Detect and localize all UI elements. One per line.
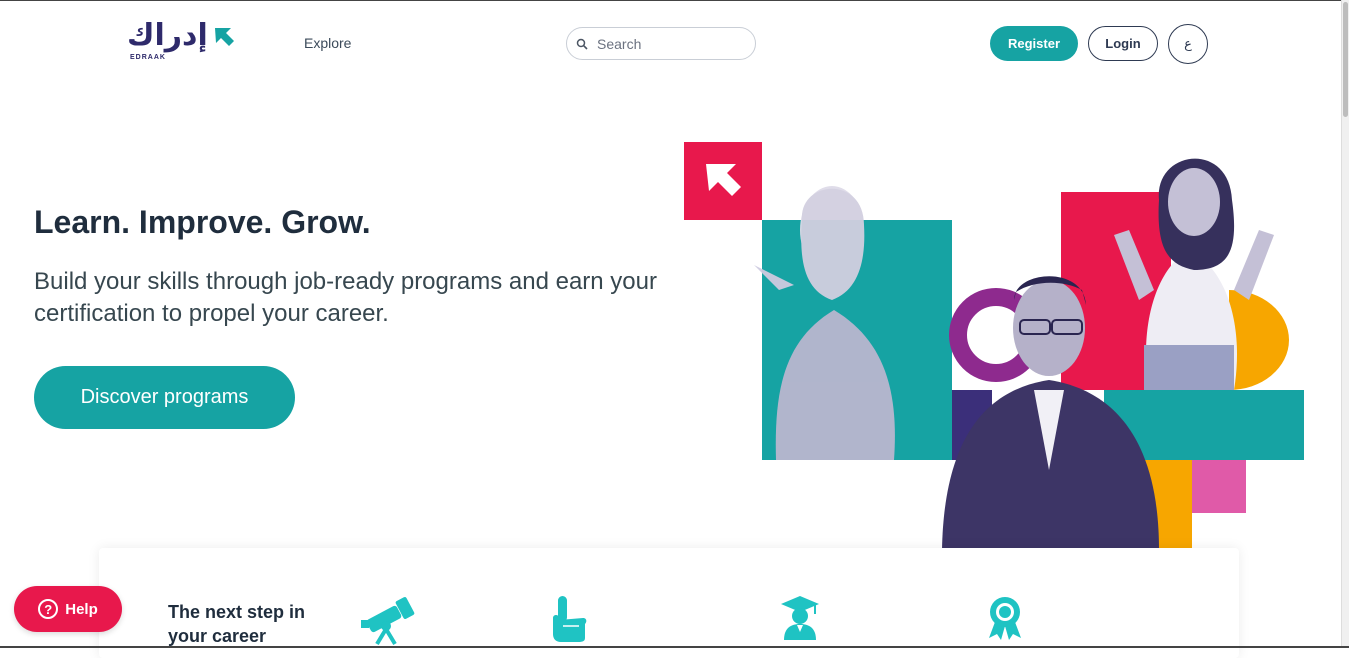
language-toggle-button[interactable]: ع [1168, 24, 1208, 64]
scrollbar-thumb[interactable] [1343, 2, 1348, 117]
pointing-hand-icon [553, 596, 587, 642]
telescope-icon [361, 597, 415, 646]
explore-link[interactable]: Explore [304, 35, 351, 51]
register-button[interactable]: Register [990, 26, 1078, 61]
help-button[interactable]: ? Help [14, 586, 122, 632]
site-header: إدراك EDRAAK Explore Register Login ع [0, 0, 1340, 88]
logo-latin-text: EDRAAK [130, 54, 166, 61]
search-box[interactable] [566, 27, 756, 60]
question-mark-icon: ? [38, 599, 59, 619]
vertical-scrollbar[interactable] [1341, 0, 1349, 648]
award-badge-icon [989, 597, 1021, 640]
hero-subtitle: Build your skills through job-ready prog… [34, 268, 657, 327]
graduate-icon [781, 596, 819, 640]
logo-arrow-icon [215, 28, 234, 46]
hero-title: Learn. Improve. Grow. [34, 204, 371, 240]
help-label: Help [65, 600, 98, 618]
hero-illustration [684, 142, 1304, 550]
logo-arabic-text: إدراك [127, 18, 209, 53]
discover-programs-button[interactable]: Discover programs [34, 366, 295, 429]
career-steps-card: The next step in your career [99, 548, 1239, 658]
orange-half-circle [1229, 290, 1289, 390]
login-button[interactable]: Login [1088, 26, 1158, 61]
pink-block [1189, 460, 1246, 513]
search-icon [576, 38, 588, 50]
steps-title: The next step in your career [168, 602, 306, 646]
edraak-logo[interactable]: إدراك EDRAAK [127, 18, 237, 62]
search-input[interactable] [595, 34, 749, 53]
